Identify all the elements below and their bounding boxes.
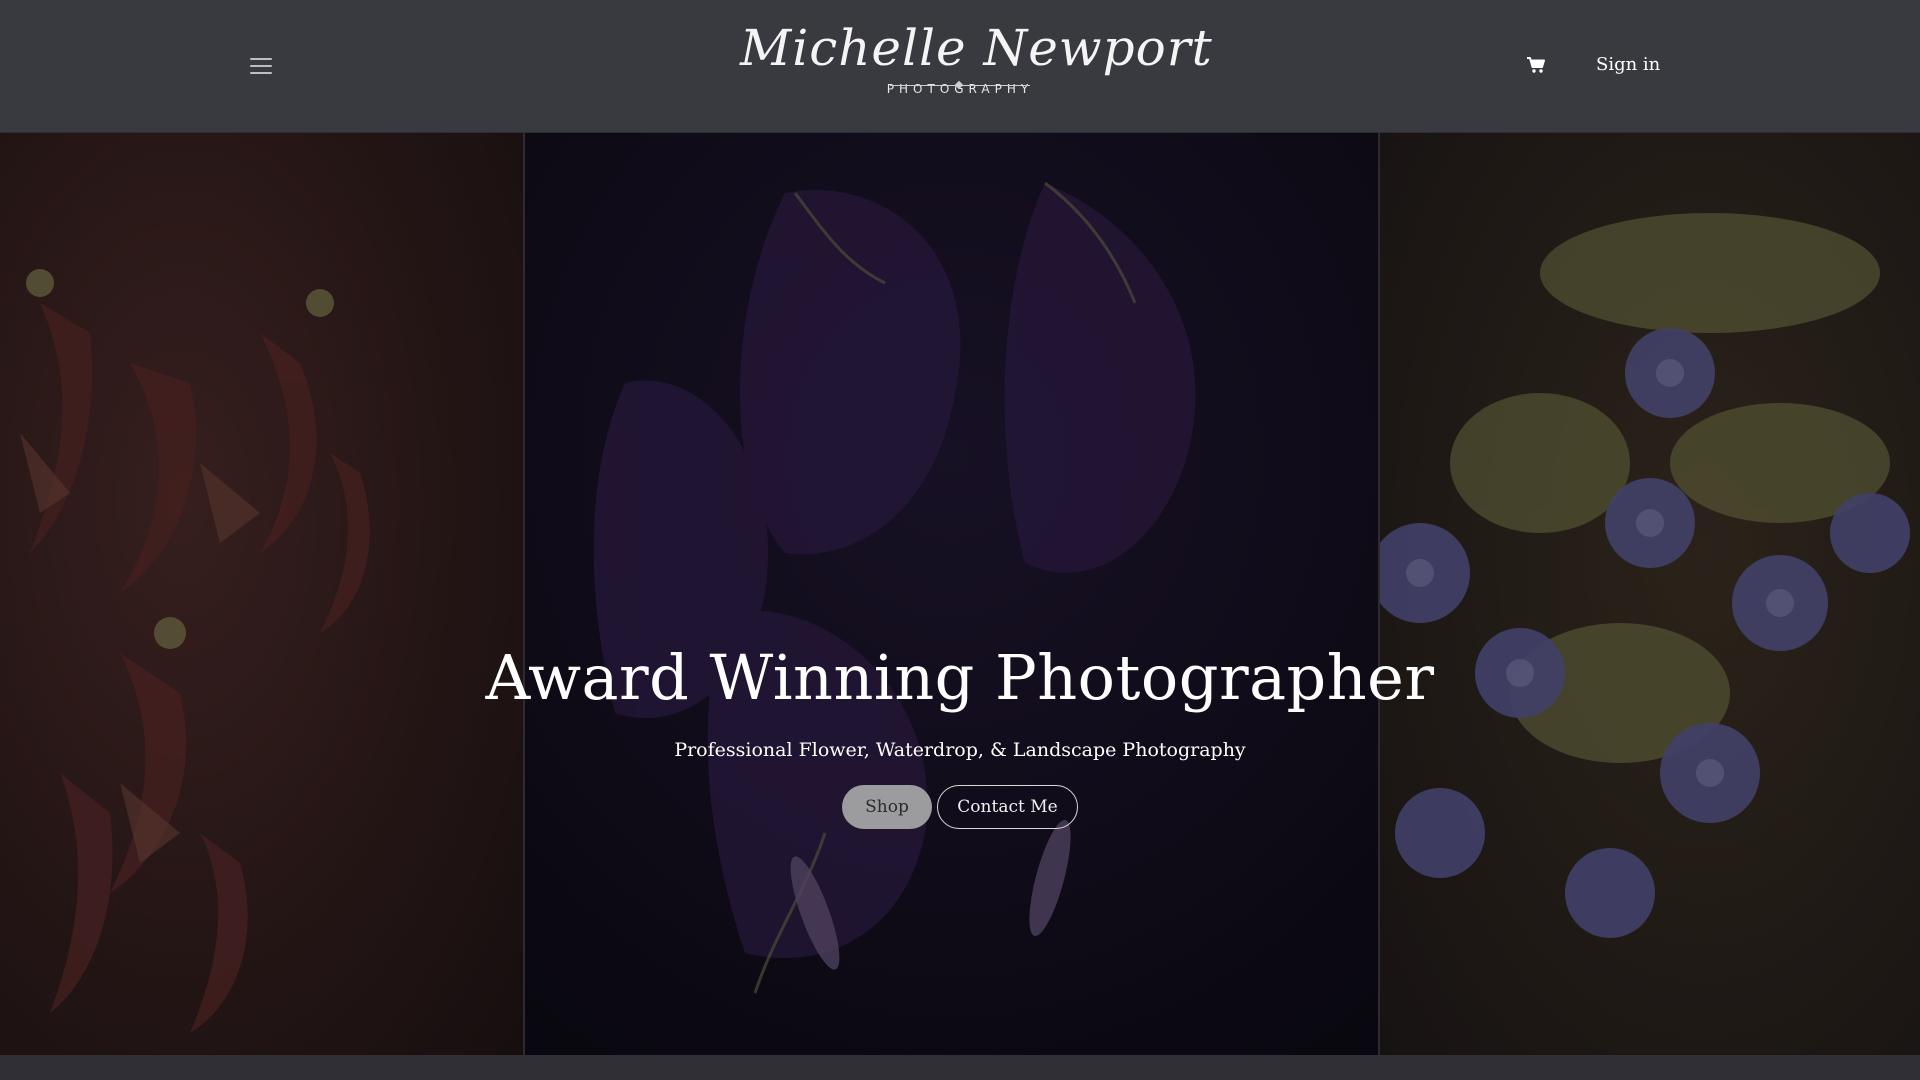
footer-strip bbox=[0, 1055, 1920, 1080]
cart-icon[interactable] bbox=[1526, 56, 1546, 74]
hero-subtitle: Professional Flower, Waterdrop, & Landsc… bbox=[674, 739, 1246, 761]
menu-line bbox=[250, 72, 272, 74]
hamburger-menu-button[interactable] bbox=[250, 54, 276, 76]
hero-title: Award Winning Photographer bbox=[485, 641, 1435, 714]
site-logo[interactable]: Michelle Newport PHOTOGRAPHY bbox=[740, 18, 1213, 118]
site-header: Michelle Newport PHOTOGRAPHY Sign in bbox=[0, 0, 1920, 133]
page: Michelle Newport PHOTOGRAPHY Sign in Awa… bbox=[0, 0, 1920, 1080]
shop-button[interactable]: Shop bbox=[842, 785, 932, 829]
hero-section: Award Winning Photographer Professional … bbox=[0, 133, 1920, 1055]
hero-dark-overlay bbox=[0, 133, 1920, 1055]
sign-in-link[interactable]: Sign in bbox=[1596, 54, 1660, 75]
contact-me-button[interactable]: Contact Me bbox=[937, 785, 1078, 829]
logo-script-text: Michelle Newport bbox=[740, 19, 1213, 77]
menu-line bbox=[250, 58, 272, 60]
menu-line bbox=[250, 65, 272, 67]
